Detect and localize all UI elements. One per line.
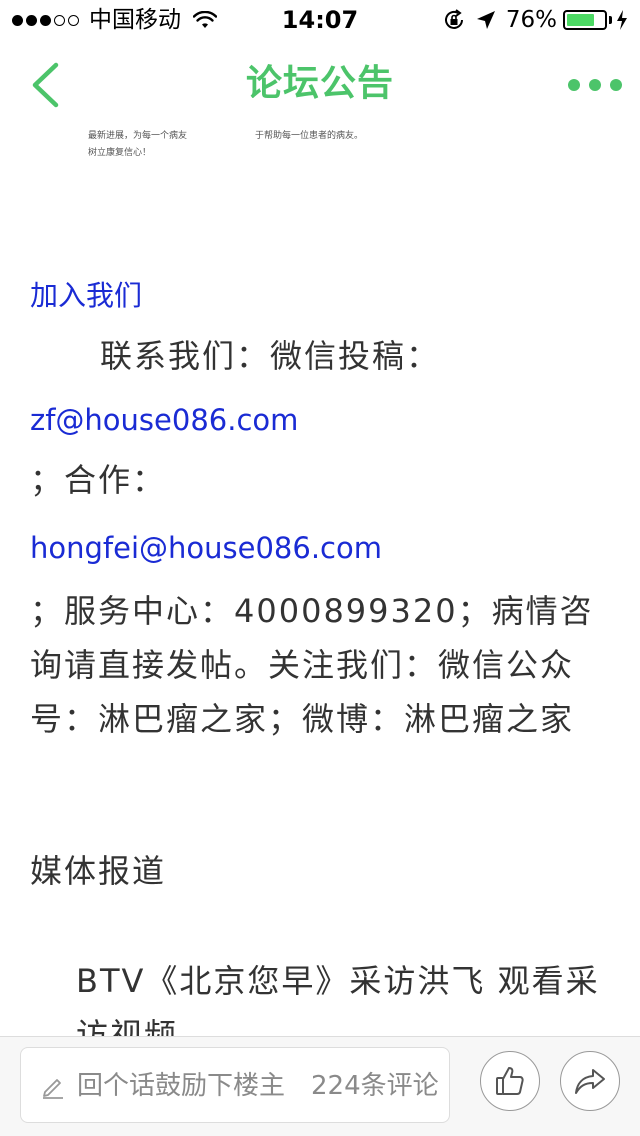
- cooperation-email-link[interactable]: hongfei@house086.com: [30, 528, 382, 568]
- thumbs-up-icon: [496, 1067, 524, 1095]
- bottom-bar: 回个话鼓励下楼主 224条评论: [0, 1036, 640, 1136]
- status-right: 76%: [442, 6, 628, 34]
- service-center-text: ；服务中心：4000899320；病情咨询请直接发帖。关注我们：微信公众号：淋巴…: [30, 592, 594, 738]
- battery-percentage: 76%: [505, 7, 557, 33]
- btv-report-text: BTV《北京您早》采访洪飞 观看采访视频: [76, 962, 600, 1040]
- comment-count[interactable]: 224条评论: [311, 1066, 439, 1106]
- submission-email-link[interactable]: zf@house086.com: [30, 400, 298, 440]
- comment-input[interactable]: 回个话鼓励下楼主 224条评论: [20, 1047, 450, 1123]
- like-button[interactable]: [480, 1051, 540, 1111]
- image-caption-left: 最新进展，为每一个病友 树立康复信心！: [88, 131, 188, 158]
- page-title: 论坛公告: [245, 63, 394, 104]
- screen: 中国移动 14:07 76% 论坛公告 最新进展，为每一个病友 树立康复信心！ …: [0, 0, 640, 1136]
- media-reports-heading: 媒体报道: [30, 852, 167, 890]
- charging-bolt-icon: [617, 10, 627, 30]
- pencil-icon: [43, 1079, 63, 1099]
- image-caption-right: 于帮助每一位患者的病友。: [255, 131, 364, 141]
- status-bar: 中国移动 14:07 76%: [0, 0, 640, 40]
- battery-icon: [563, 10, 607, 30]
- rotation-lock-icon: [444, 9, 463, 29]
- more-button[interactable]: [568, 70, 622, 100]
- battery-cap: [609, 16, 612, 24]
- contact-us-text: 联系我们：微信投稿：: [100, 337, 441, 375]
- join-us-link[interactable]: 加入我们: [30, 276, 142, 316]
- share-button[interactable]: [560, 1051, 620, 1111]
- more-dots-icon: [568, 79, 580, 91]
- battery-level-fill: [567, 14, 594, 26]
- cooperation-text: ；合作：: [30, 461, 167, 499]
- nav-bar: 论坛公告: [0, 40, 640, 128]
- article-content[interactable]: 最新进展，为每一个病友 树立康复信心！ 于帮助每一位患者的病友。 加入我们 联系…: [0, 128, 640, 1040]
- share-arrow-icon: [575, 1069, 605, 1094]
- location-arrow-icon: [476, 11, 495, 29]
- comment-placeholder: 回个话鼓励下楼主: [77, 1071, 286, 1101]
